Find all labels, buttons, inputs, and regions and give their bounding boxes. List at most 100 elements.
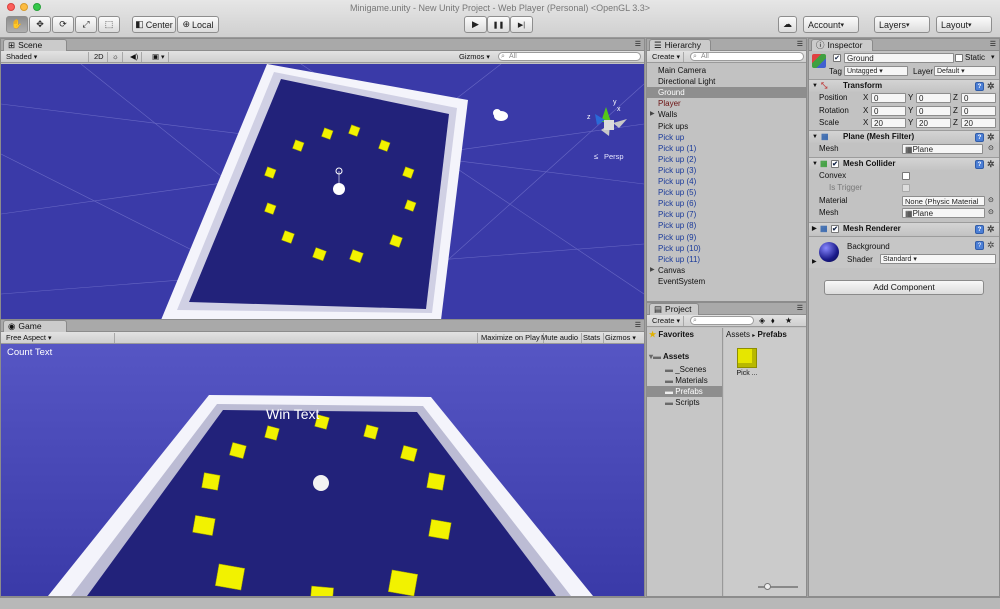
rect-tool-button[interactable]: ⬚ — [98, 16, 120, 33]
assets-folder[interactable]: ▾▬ Assets — [649, 352, 689, 361]
account-dropdown[interactable]: Account — [803, 16, 859, 33]
lighting-toggle-button[interactable]: ☼ — [109, 52, 123, 62]
tab-project[interactable]: ▤ Project — [649, 303, 699, 315]
zoom-window-button[interactable] — [33, 3, 41, 11]
tab-scene[interactable]: ⊞ Scene — [3, 39, 67, 51]
project-create-dropdown[interactable]: Create — [649, 316, 684, 326]
mesh-renderer-enabled-checkbox[interactable]: ✔ — [831, 225, 839, 233]
static-dropdown-icon[interactable]: ▾ — [991, 53, 995, 61]
aspect-dropdown[interactable]: Free Aspect — [3, 333, 115, 343]
rotate-tool-button[interactable]: ⟳ — [52, 16, 74, 33]
object-picker-icon[interactable]: ⊙ — [988, 207, 994, 219]
project-search-input[interactable]: ⌕ — [690, 316, 754, 325]
breadcrumb-prefabs[interactable]: Prefabs — [758, 330, 787, 339]
hierarchy-item[interactable]: Pick up (4) — [647, 176, 806, 187]
shader-dropdown[interactable]: Standard — [880, 254, 996, 264]
cloud-button[interactable]: ☁ — [778, 16, 797, 33]
favorites-section[interactable]: ★ Favorites — [649, 330, 694, 339]
expand-arrow-icon[interactable]: ▶ — [650, 265, 655, 276]
gear-icon[interactable]: ✲ — [987, 241, 995, 250]
scale-tool-button[interactable]: ⤢ — [75, 16, 97, 33]
transform-position-y-field[interactable]: 0 — [916, 93, 951, 103]
scene-search-input[interactable]: ⌕ All — [498, 52, 641, 61]
hierarchy-item[interactable]: Pick up — [647, 132, 806, 143]
mesh-renderer-header[interactable]: ▶ ▦ ✔ Mesh Renderer ? ✲ — [809, 222, 999, 235]
hierarchy-item[interactable]: Pick up (6) — [647, 198, 806, 209]
object-picker-icon[interactable]: ⊙ — [988, 195, 994, 207]
hierarchy-item[interactable]: Pick up (10) — [647, 243, 806, 254]
add-component-button[interactable]: Add Component — [824, 280, 984, 295]
slider-handle[interactable] — [764, 583, 771, 590]
hierarchy-item[interactable]: Player — [647, 98, 806, 109]
hierarchy-item[interactable]: Pick up (3) — [647, 165, 806, 176]
hierarchy-item[interactable]: Pick up (2) — [647, 154, 806, 165]
panel-menu-icon[interactable]: ☰ — [990, 40, 996, 48]
hand-tool-button[interactable]: ✋ — [6, 16, 28, 33]
convex-checkbox[interactable] — [902, 172, 910, 180]
panel-menu-icon[interactable]: ☰ — [797, 40, 803, 48]
transform-position-z-field[interactable]: 0 — [961, 93, 996, 103]
transform-position-x-field[interactable]: 0 — [871, 93, 906, 103]
help-icon[interactable]: ? — [975, 241, 984, 250]
2d-toggle-button[interactable]: 2D — [91, 52, 108, 62]
hierarchy-item[interactable]: Pick up (9) — [647, 232, 806, 243]
object-name-input[interactable]: Ground — [844, 53, 954, 63]
game-viewport[interactable]: Count Text Win Text — [1, 344, 644, 596]
transform-scale-x-field[interactable]: 20 — [871, 118, 906, 128]
folder-item[interactable]: ▬ Scripts — [647, 397, 722, 408]
effects-dropdown[interactable]: ▣ — [149, 52, 169, 62]
hierarchy-item[interactable]: ▶ Walls — [647, 109, 806, 120]
gear-icon[interactable]: ✲ — [987, 133, 995, 142]
object-picker-icon[interactable]: ⊙ — [988, 143, 994, 155]
mesh-collider-enabled-checkbox[interactable]: ✔ — [831, 160, 839, 168]
transform-rotation-z-field[interactable]: 0 — [961, 105, 996, 116]
shading-dropdown[interactable]: Shaded — [3, 52, 89, 62]
asset-pickup-prefab[interactable]: Pick ... — [732, 348, 762, 377]
gear-icon[interactable]: ✲ — [987, 225, 995, 234]
scene-gizmos-dropdown[interactable]: Gizmos — [456, 52, 493, 62]
pause-button[interactable]: ❚❚ — [487, 16, 510, 33]
help-icon[interactable]: ? — [975, 225, 984, 234]
pivot-toggle-button[interactable]: ◧ Center — [132, 16, 176, 33]
foldout-arrow-icon[interactable]: ▶ — [812, 258, 817, 265]
hierarchy-item[interactable]: Ground — [647, 87, 806, 99]
panel-menu-icon[interactable]: ☰ — [797, 304, 803, 312]
transform-rotation-y-field[interactable]: 0 — [916, 105, 951, 116]
collider-mesh-field[interactable]: ▦Plane — [902, 208, 985, 218]
hierarchy-item[interactable]: Pick ups — [647, 121, 806, 132]
transform-header[interactable]: ▼ ⤡ Transform ? ✲ — [809, 79, 999, 92]
collider-material-field[interactable]: None (Physic Material — [902, 196, 985, 206]
help-icon[interactable]: ? — [975, 82, 984, 91]
transform-scale-y-field[interactable]: 20 — [916, 118, 951, 128]
hierarchy-item[interactable]: Directional Light — [647, 76, 806, 87]
audio-toggle-button[interactable]: ◀) — [127, 52, 143, 62]
layout-dropdown[interactable]: Layout — [936, 16, 992, 33]
close-window-button[interactable] — [7, 3, 15, 11]
help-icon[interactable]: ? — [975, 133, 984, 142]
hierarchy-search-input[interactable]: ⌕ All — [690, 52, 804, 61]
filter-label-icon[interactable]: ⬧ — [771, 316, 775, 326]
step-button[interactable]: ▶| — [510, 16, 533, 33]
mesh-filter-header[interactable]: ▼ ▦ Plane (Mesh Filter) ? ✲ — [809, 130, 999, 143]
play-button[interactable]: ▶ — [464, 16, 487, 33]
tab-game[interactable]: ◉ Game — [3, 320, 67, 332]
folder-item[interactable]: ▬ _Scenes — [647, 364, 722, 375]
folder-item[interactable]: ▬ Materials — [647, 375, 722, 386]
panel-menu-icon[interactable]: ☰ — [635, 321, 641, 329]
hierarchy-create-dropdown[interactable]: Create — [649, 52, 684, 62]
transform-rotation-x-field[interactable]: 0 — [871, 105, 906, 116]
layers-dropdown[interactable]: Layers — [874, 16, 930, 33]
hierarchy-item[interactable]: Pick up (7) — [647, 209, 806, 220]
gear-icon[interactable]: ✲ — [987, 82, 995, 91]
static-checkbox[interactable] — [955, 54, 963, 62]
transform-scale-z-field[interactable]: 20 — [961, 118, 996, 128]
hierarchy-item[interactable]: Pick up (5) — [647, 187, 806, 198]
game-gizmos-dropdown[interactable]: Gizmos — [602, 333, 639, 343]
gear-icon[interactable]: ✲ — [987, 160, 995, 169]
space-toggle-button[interactable]: ⊕ Local — [177, 16, 219, 33]
expand-arrow-icon[interactable]: ▶ — [650, 109, 655, 120]
folder-item[interactable]: ▬ Prefabs — [647, 386, 722, 397]
stats-toggle[interactable]: Stats — [580, 333, 605, 343]
hierarchy-item[interactable]: Main Camera — [647, 65, 806, 76]
hierarchy-item[interactable]: EventSystem — [647, 276, 806, 287]
